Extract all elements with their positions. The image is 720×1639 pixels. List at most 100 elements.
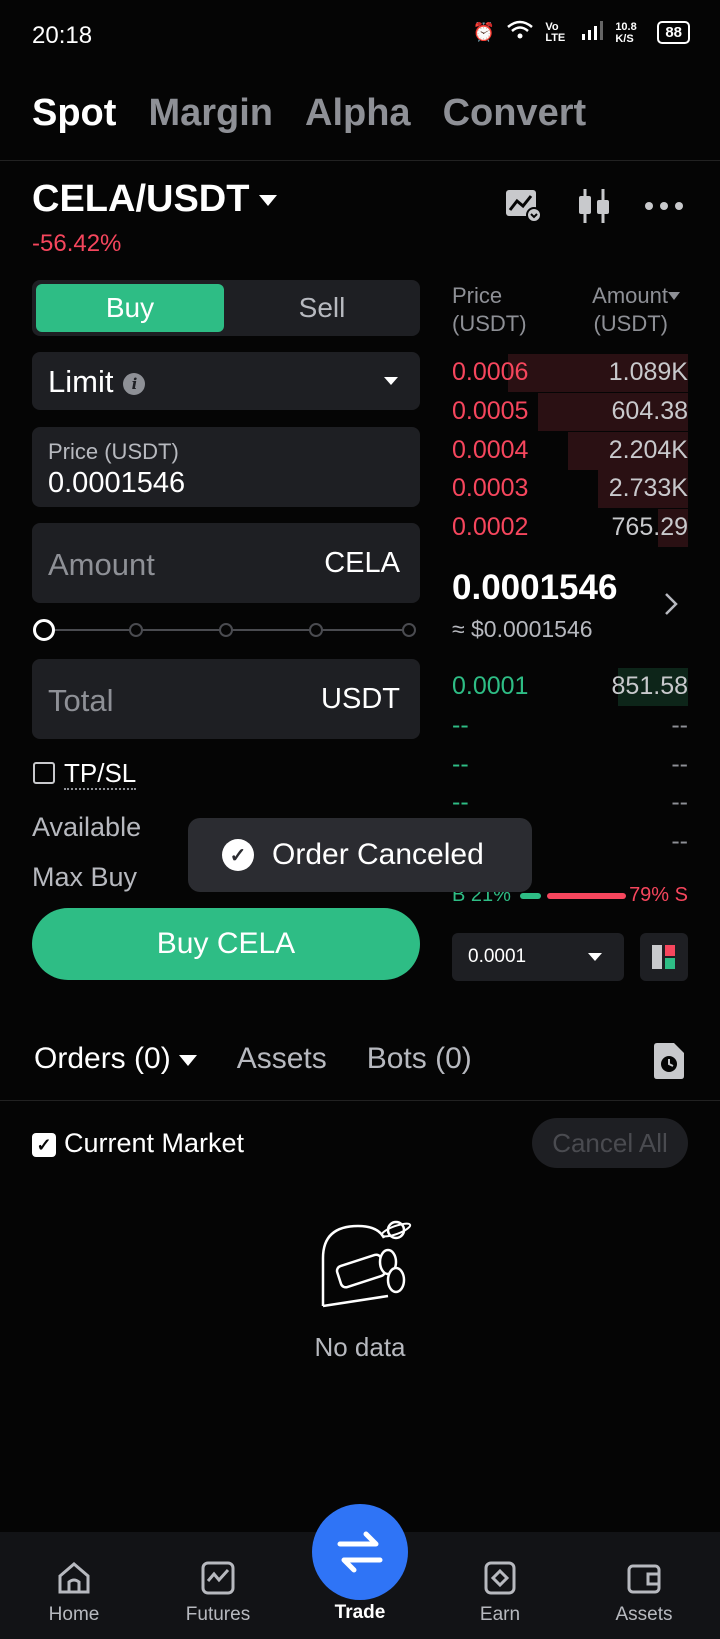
buy-sell-toggle: Buy Sell [32,280,420,336]
orders-divider [0,1100,720,1101]
info-icon[interactable]: i [123,372,146,395]
orderbook-amount-header[interactable]: Amount (USDT) [576,282,688,338]
trade-mode-tabs: Spot Margin Alpha Convert [32,92,586,135]
earn-icon [484,1561,516,1595]
ask-row[interactable]: 0.0006 1.089K [452,354,688,392]
order-history-icon[interactable] [652,1042,686,1085]
last-price-usd: ≈ $0.0001546 [452,616,593,642]
tpsl-label[interactable]: TP/SL [64,758,137,790]
total-input[interactable]: Total [48,683,113,719]
nav-earn[interactable]: Earn [440,1560,560,1626]
bid-row[interactable]: ---- [452,784,688,822]
binoculars-icon [318,1218,412,1315]
wallet-icon [627,1564,661,1594]
order-type-select[interactable]: Limit i [32,352,420,410]
orders-tabs: Orders (0) Assets Bots (0) [34,1042,472,1076]
pair-name: CELA/USDT [32,178,250,220]
buy-ratio-bar [520,893,541,899]
nav-assets[interactable]: Assets [584,1560,704,1626]
header-divider [0,160,720,161]
sell-tab[interactable]: Sell [228,284,416,332]
tab-orders[interactable]: Orders (0) [34,1042,197,1076]
net-speed: 10.8 K/S [615,20,637,45]
chevron-down-icon [259,195,278,207]
last-price[interactable]: 0.0001546 [452,568,617,608]
orderbook-layout-button[interactable] [640,933,688,981]
nav-futures-label: Futures [185,1604,251,1625]
nav-home[interactable]: Home [14,1560,134,1626]
ask-row[interactable]: 0.0004 2.204K [452,432,688,470]
battery-icon: 88 [657,21,690,44]
max-buy-label: Max Buy [32,862,138,892]
buy-cela-button[interactable]: Buy CELA [32,908,420,980]
tab-margin[interactable]: Margin [148,92,273,135]
status-time: 20:18 [32,22,93,49]
amount-unit: CELA [324,547,400,579]
price-input[interactable]: 0.0001546 [48,467,185,500]
orderbook-layout-icon [652,945,675,969]
status-bar: 20:18 ⏰ Vo LTE 10.8 K/S 88 [0,0,720,72]
bid-row[interactable]: ---- [452,707,688,745]
sell-ratio: 79% S [629,884,688,906]
amount-input[interactable]: Amount [48,547,155,583]
current-market-label: Current Market [64,1128,245,1158]
pair-selector[interactable]: CELA/USDT [32,178,278,221]
nav-trade-label: Trade [334,1602,386,1623]
cancel-all-button[interactable]: Cancel All [532,1118,688,1168]
check-circle-icon: ✓ [222,839,254,871]
ask-row[interactable]: 0.0002 765.29 [452,509,688,547]
swap-icon [337,1531,383,1573]
chart-settings-icon[interactable] [504,186,544,226]
more-icon[interactable] [644,186,684,226]
toast: ✓ Order Canceled [188,818,532,892]
tab-bots[interactable]: Bots (0) [367,1042,472,1076]
slider-handle[interactable] [33,619,55,641]
nav-trade[interactable] [312,1504,408,1600]
total-field[interactable]: Total USDT [32,659,420,739]
chevron-down-icon [588,953,602,961]
wifi-icon [507,20,534,45]
available-label: Available [32,812,142,842]
chevron-down-icon [668,292,680,300]
price-field[interactable]: Price (USDT) 0.0001546 [32,427,420,507]
bid-row[interactable]: 0.0001 851.58 [452,668,688,706]
ask-row[interactable]: 0.0005 604.38 [452,393,688,431]
chevron-right-icon[interactable] [664,592,678,621]
candlestick-icon[interactable] [574,186,614,226]
nav-futures[interactable]: Futures [158,1560,278,1626]
total-unit: USDT [321,683,400,715]
orderbook-price-header: Price (USDT) [452,283,527,336]
status-icons: ⏰ Vo LTE 10.8 K/S 88 [473,20,690,45]
nav-earn-label: Earn [479,1604,521,1625]
toast-message: Order Canceled [272,838,484,871]
tab-assets[interactable]: Assets [237,1042,327,1076]
price-label: Price (USDT) [48,439,179,464]
tab-convert[interactable]: Convert [443,92,587,135]
slider-step-75[interactable] [309,623,323,637]
slider-step-25[interactable] [129,623,143,637]
amount-field[interactable]: Amount CELA [32,523,420,603]
ask-row[interactable]: 0.0003 2.733K [452,470,688,508]
current-market-checkbox[interactable]: ✓ [32,1133,56,1157]
slider-step-50[interactable] [219,623,233,637]
tpsl-checkbox[interactable] [33,762,55,784]
nav-assets-label: Assets [615,1604,673,1625]
sell-ratio-bar [547,893,626,899]
alarm-icon: ⏰ [472,22,496,42]
signal-icon [581,20,604,45]
chevron-down-icon [178,1054,197,1066]
empty-state-text: No data [314,1332,406,1362]
chevron-down-icon [384,377,398,385]
home-icon [58,1562,90,1594]
futures-icon [201,1561,235,1595]
tab-alpha[interactable]: Alpha [305,92,411,135]
depth-precision-select[interactable]: 0.0001 [452,933,624,981]
tab-spot[interactable]: Spot [32,92,116,135]
price-change: -56.42% [32,230,122,257]
buy-tab[interactable]: Buy [36,284,224,332]
nav-home-label: Home [48,1604,100,1625]
slider-step-100[interactable] [402,623,416,637]
order-type-label: Limit [48,364,114,399]
volte-label: Vo LTE [545,20,566,44]
bid-row[interactable]: ---- [452,746,688,784]
